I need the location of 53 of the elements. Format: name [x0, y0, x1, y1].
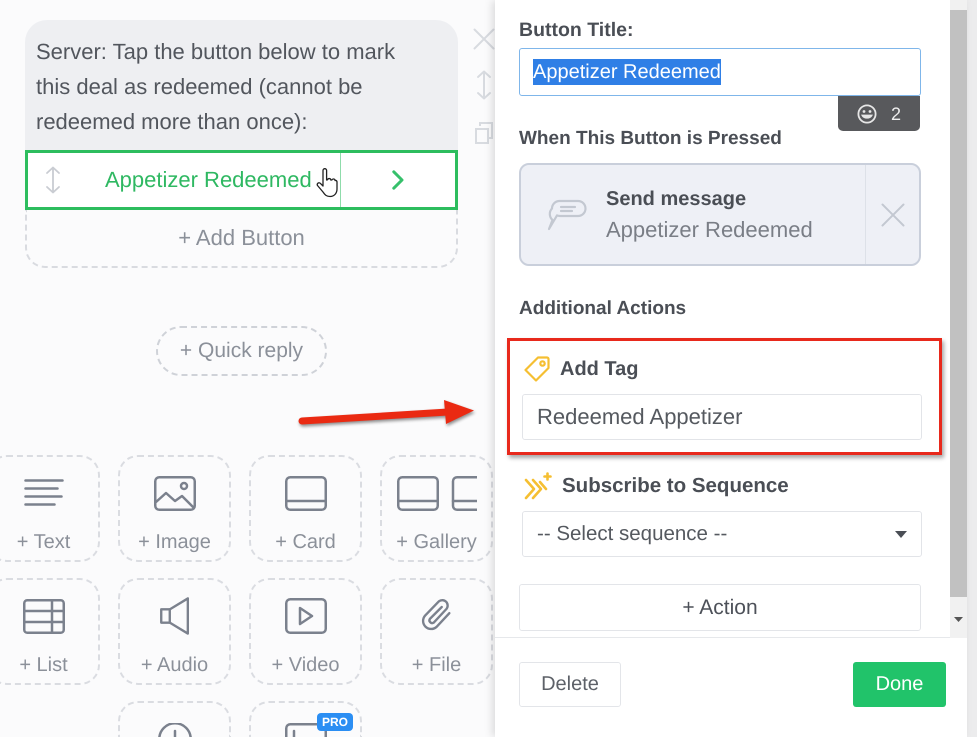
- selected-text: Appetizer Redeemed: [533, 59, 721, 85]
- hand-cursor-icon: [316, 168, 338, 198]
- copy-icon[interactable]: [475, 122, 493, 144]
- sequence-icon: [524, 472, 552, 500]
- pro-badge: PRO: [317, 713, 354, 731]
- tag-icon: [524, 356, 550, 382]
- speaker-icon: [158, 597, 190, 635]
- done-button[interactable]: Done: [853, 662, 946, 707]
- smiley-icon: [856, 104, 877, 124]
- content-block-button[interactable]: [118, 701, 231, 737]
- chat-bubble-icon: [546, 198, 586, 230]
- content-block-button[interactable]: + File: [380, 578, 493, 685]
- section-label: When This Button is Pressed: [519, 127, 783, 151]
- sequence-select[interactable]: -- Select sequence --: [522, 511, 922, 557]
- action-heading: Subscribe to Sequence: [562, 474, 789, 498]
- caret-down-icon: [895, 530, 907, 538]
- button-title-input[interactable]: Appetizer Redeemed: [519, 48, 921, 96]
- content-block-button[interactable]: + Video: [249, 578, 362, 685]
- image-icon: [154, 476, 196, 510]
- clock-icon: [158, 723, 192, 737]
- content-block-button[interactable]: PRO: [249, 701, 362, 737]
- tag-input[interactable]: Redeemed Appetizer: [522, 394, 922, 440]
- content-block-button[interactable]: + Audio: [118, 578, 231, 685]
- message-text: Server: Tap the button below to mark this deal as redeemed (cannot be redeemed more than once):: [36, 38, 396, 136]
- action-card[interactable]: Send message Appetizer Redeemed: [519, 163, 921, 266]
- emoji-count: 2: [890, 102, 901, 124]
- list-icon: [22, 598, 64, 634]
- action-title: Send message: [606, 186, 748, 212]
- section-label: Additional Actions: [519, 297, 688, 321]
- delete-button[interactable]: Delete: [519, 662, 621, 707]
- add-action-button[interactable]: + Action: [519, 584, 921, 631]
- move-icon: [45, 166, 61, 194]
- action-detail: Appetizer Redeemed: [606, 216, 814, 244]
- close-icon[interactable]: [880, 202, 904, 226]
- content-block-button[interactable]: + Gallery: [380, 455, 493, 562]
- message-button[interactable]: Appetizer Redeemed: [25, 150, 458, 210]
- move-icon[interactable]: [476, 70, 492, 100]
- field-label: Button Title:: [519, 18, 634, 42]
- content-block-button[interactable]: + Card: [249, 455, 362, 562]
- content-block-button[interactable]: + Text: [0, 455, 100, 562]
- emoji-counter[interactable]: 2: [838, 96, 920, 131]
- action-heading: Add Tag: [560, 357, 639, 381]
- close-icon[interactable]: [473, 28, 495, 50]
- play-icon: [284, 598, 326, 634]
- quick-reply-button[interactable]: + Quick reply: [156, 326, 328, 376]
- content-block-button[interactable]: + Image: [118, 455, 231, 562]
- chevron-right-icon[interactable]: [392, 170, 404, 190]
- content-block-button[interactable]: + List: [0, 578, 100, 685]
- gallery-icon: [396, 476, 476, 510]
- add-button[interactable]: + Add Button: [25, 210, 458, 268]
- text-lines-icon: [24, 479, 64, 507]
- card-icon: [284, 476, 326, 510]
- scroll-down-icon[interactable]: [954, 617, 963, 622]
